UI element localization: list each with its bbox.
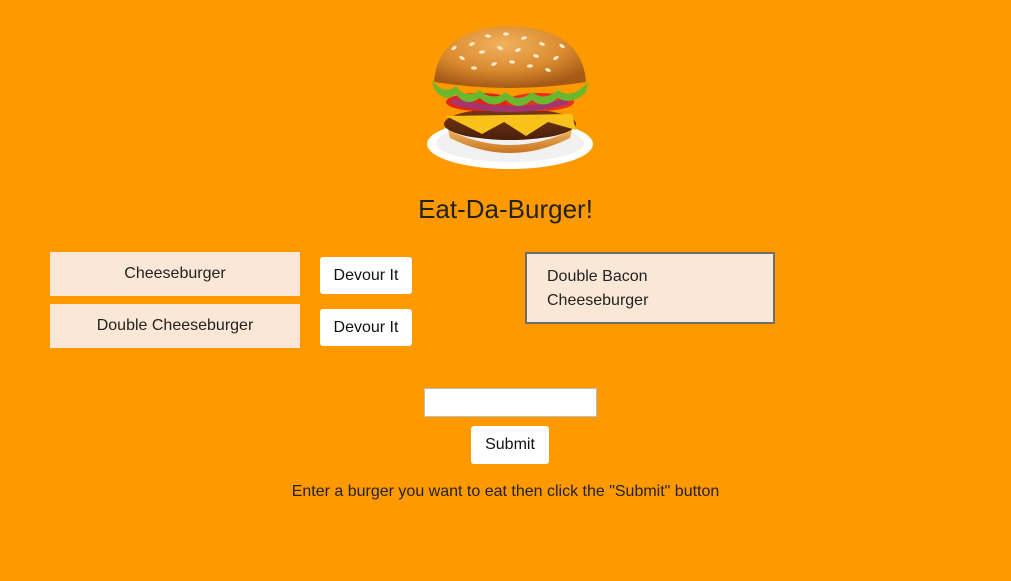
submit-button[interactable]: Submit <box>471 426 549 464</box>
burger-name-input[interactable] <box>424 388 597 417</box>
instructions-text: Enter a burger you want to eat then clic… <box>291 483 720 500</box>
devoured-burger-item: Double Bacon Cheeseburger <box>525 252 775 324</box>
hamburger-icon <box>427 26 593 169</box>
burger-item-cheeseburger: Cheeseburger <box>50 252 300 296</box>
devoured-burger-name: Double Bacon Cheeseburger <box>547 268 649 309</box>
page-title: Eat-Da-Burger! <box>418 194 593 224</box>
burger-item-double-cheeseburger: Double Cheeseburger <box>50 304 300 348</box>
devour-button[interactable]: Devour It <box>320 309 412 346</box>
devour-button[interactable]: Devour It <box>320 257 412 294</box>
